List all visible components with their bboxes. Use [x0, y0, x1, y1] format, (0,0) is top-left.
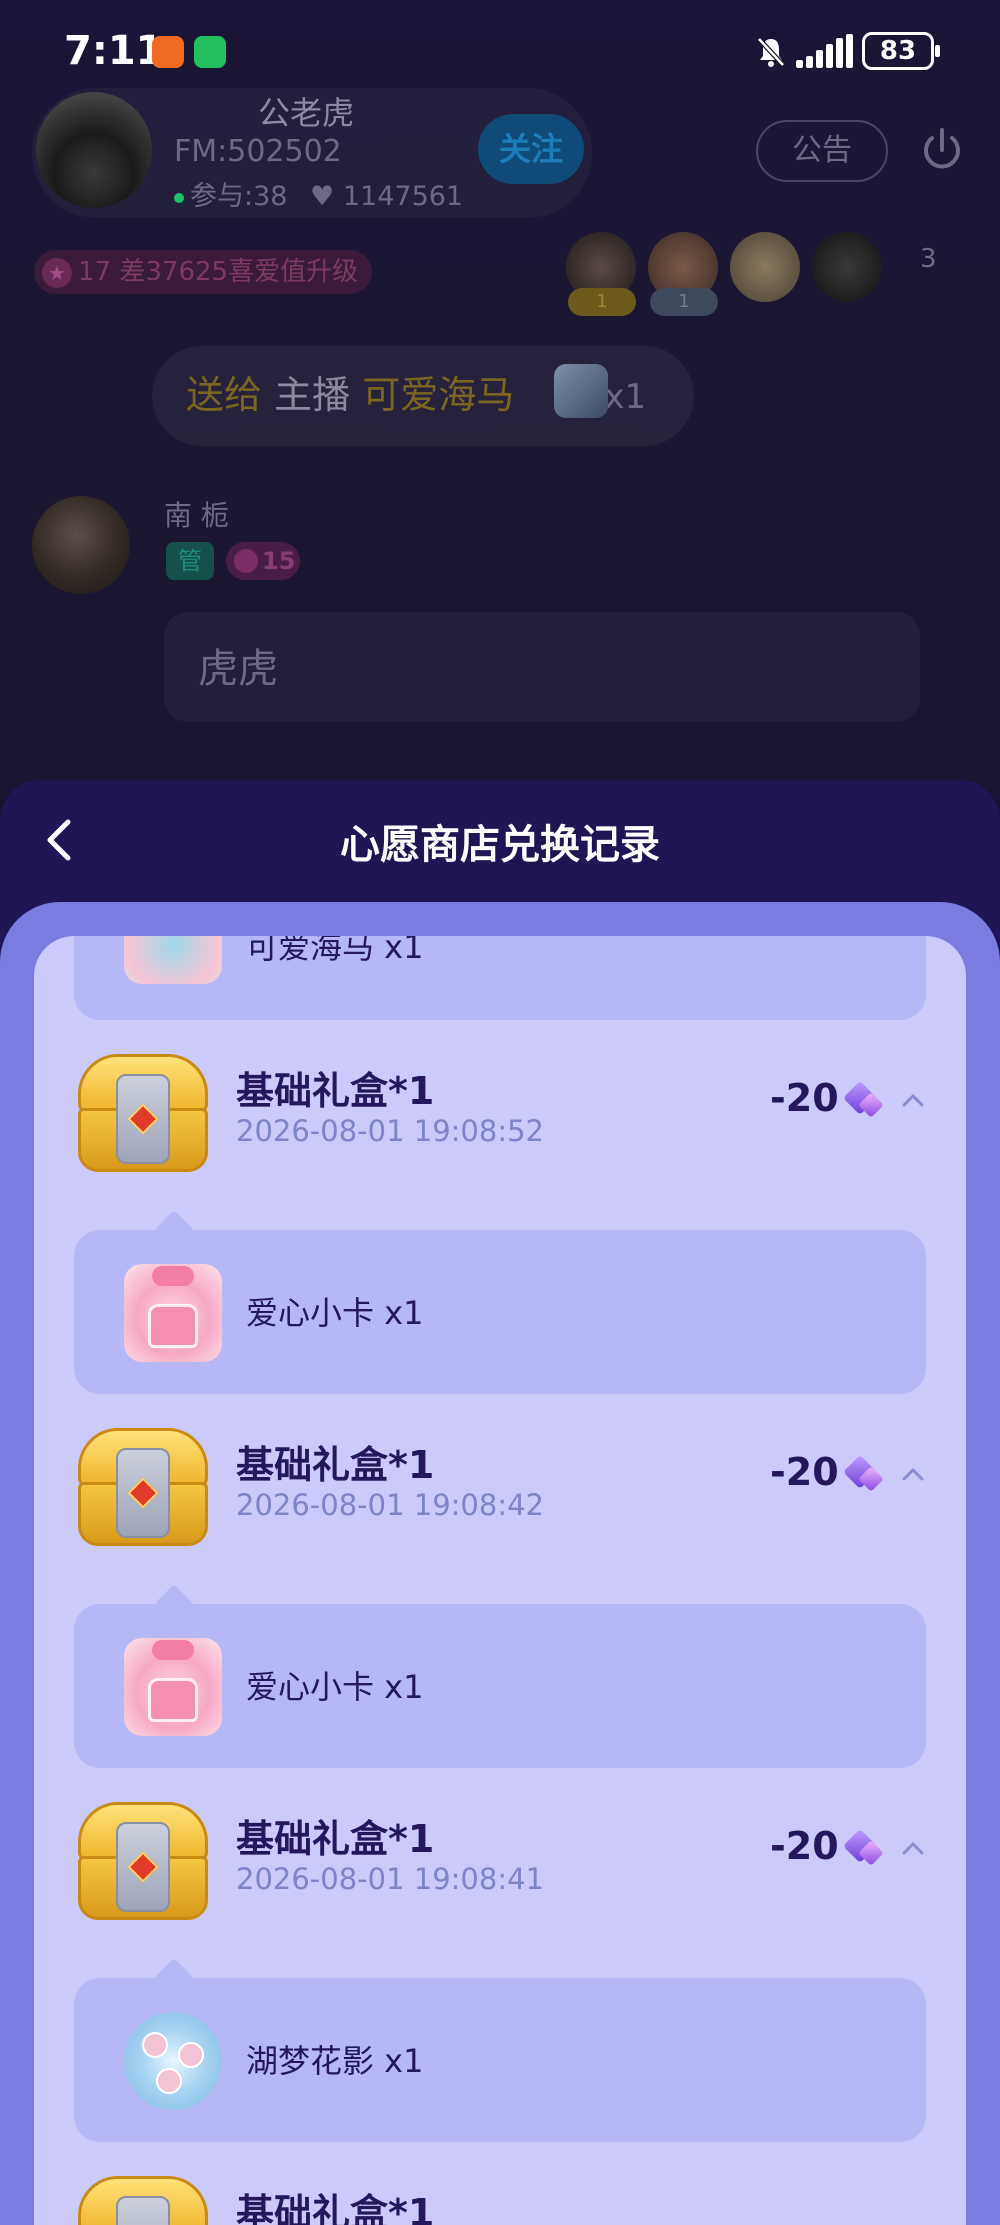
record-title: 基础礼盒*1	[236, 1069, 435, 1113]
record-gift-text: 湖梦花影 x1	[246, 2042, 424, 2080]
chat-message: 虎虎	[198, 646, 278, 692]
lake-dream-icon	[124, 2012, 222, 2110]
chat-user-name: 南 栀	[164, 499, 229, 532]
viewer-avatar[interactable]	[812, 232, 882, 302]
viewer-count[interactable]: 3	[920, 244, 937, 274]
heart-card-icon	[124, 1264, 222, 1362]
host-stats: 参与:38 ♥ 1147561	[174, 174, 463, 213]
record-row[interactable]: 基础礼盒*1 2026-08-01 19:08:52 -20	[34, 1048, 966, 1208]
records-frame: 可爱海马 x1 基础礼盒*1 2026-08-01 19:08:52 -20 爱…	[0, 902, 1000, 2225]
user-level-tag: 15	[226, 542, 300, 580]
viewer-rank-badge: 1	[568, 288, 636, 316]
mute-bell-icon	[757, 37, 785, 67]
record-cost: -20	[770, 1824, 839, 1868]
record-row[interactable]: 基础礼盒*1 2026-08-01 19:08:42 -20	[34, 1422, 966, 1582]
record-gift-panel: 可爱海马 x1	[74, 936, 926, 1020]
level-progress-text: 差37625喜爱值升级	[119, 257, 359, 287]
room-level-pill[interactable]: ★ 17 差37625喜爱值升级	[34, 250, 373, 294]
crystal-icon	[843, 1081, 884, 1120]
host-fm-id: FM:502502	[174, 134, 342, 169]
wechat-notification-icon	[194, 36, 226, 68]
record-gift-panel: 爱心小卡 x1	[74, 1584, 926, 1768]
record-time: 2026-08-01 19:08:42	[236, 1488, 544, 1522]
host-name: 公老虎	[258, 94, 355, 132]
participants-count: 参与:38	[190, 181, 288, 212]
likes-count: 1147561	[342, 181, 464, 212]
record-gift-text: 可爱海马 x1	[246, 936, 424, 966]
record-row[interactable]: 基础礼盒*1	[34, 2170, 966, 2225]
chevron-up-icon[interactable]	[902, 1840, 924, 1856]
sheet-title: 心愿商店兑换记录	[340, 822, 660, 868]
chevron-up-icon[interactable]	[902, 1092, 924, 1108]
gift-recipient-role: 主播	[274, 373, 351, 417]
record-cost: -20	[770, 1076, 839, 1120]
record-title: 基础礼盒*1	[236, 1817, 435, 1861]
status-bar: 7:11 83	[0, 0, 1000, 100]
app-notification-icon	[152, 36, 184, 68]
battery-indicator: 83	[862, 32, 940, 70]
record-title: 基础礼盒*1	[236, 1443, 435, 1487]
sheet-header: 心愿商店兑换记录	[0, 780, 1000, 900]
record-gift-panel: 湖梦花影 x1	[74, 1958, 926, 2142]
record-time: 2026-08-01 19:08:41	[236, 1862, 544, 1896]
star-icon: ★	[42, 257, 72, 288]
gift-prefix: 送给	[186, 373, 263, 417]
record-title: 基础礼盒*1	[236, 2191, 435, 2225]
online-dot-icon	[174, 192, 184, 203]
gift-box-icon	[74, 1054, 212, 1176]
viewer-rank-badge: 1	[650, 288, 718, 316]
notice-button[interactable]: 公告	[756, 120, 888, 182]
live-room-background: 7:11 83 公老虎 FM:502502 参与:38 ♥ 1147561 关注…	[0, 0, 1000, 800]
chat-user-avatar[interactable]	[32, 496, 130, 594]
record-time: 2026-08-01 19:08:52	[236, 1114, 544, 1148]
gift-box-icon	[74, 1802, 212, 1924]
record-cost: -20	[770, 1450, 839, 1494]
seahorse-gift-icon	[554, 364, 608, 418]
record-gift-text: 爱心小卡 x1	[246, 1668, 424, 1706]
gift-box-icon	[74, 2176, 212, 2225]
record-row[interactable]: 基础礼盒*1 2026-08-01 19:08:41 -20	[34, 1796, 966, 1956]
crystal-icon	[843, 1829, 884, 1868]
records-list[interactable]: 可爱海马 x1 基础礼盒*1 2026-08-01 19:08:52 -20 爱…	[34, 936, 966, 2225]
clock: 7:11	[64, 28, 164, 74]
chevron-up-icon[interactable]	[902, 1466, 924, 1482]
power-icon[interactable]	[918, 126, 966, 174]
seahorse-gift-icon	[124, 936, 222, 984]
admin-tag: 管	[166, 542, 214, 580]
record-gift-text: 爱心小卡 x1	[246, 1294, 424, 1332]
host-avatar[interactable]	[36, 92, 152, 208]
gift-name: 可爱海马	[362, 373, 515, 417]
level-badge: 17	[78, 257, 112, 287]
heart-card-icon	[124, 1638, 222, 1736]
heart-icon: ♥	[310, 181, 335, 212]
crystal-icon	[843, 1455, 884, 1494]
gift-box-icon	[74, 1428, 212, 1550]
follow-button[interactable]: 关注	[478, 114, 584, 184]
viewer-avatar[interactable]	[730, 232, 800, 302]
record-gift-panel: 爱心小卡 x1	[74, 1210, 926, 1394]
exchange-record-sheet: 心愿商店兑换记录 可爱海马 x1 基础礼盒*1 2026-08-01 19:08…	[0, 780, 1000, 2225]
signal-icon	[796, 34, 854, 68]
gift-qty: x1	[604, 377, 647, 417]
